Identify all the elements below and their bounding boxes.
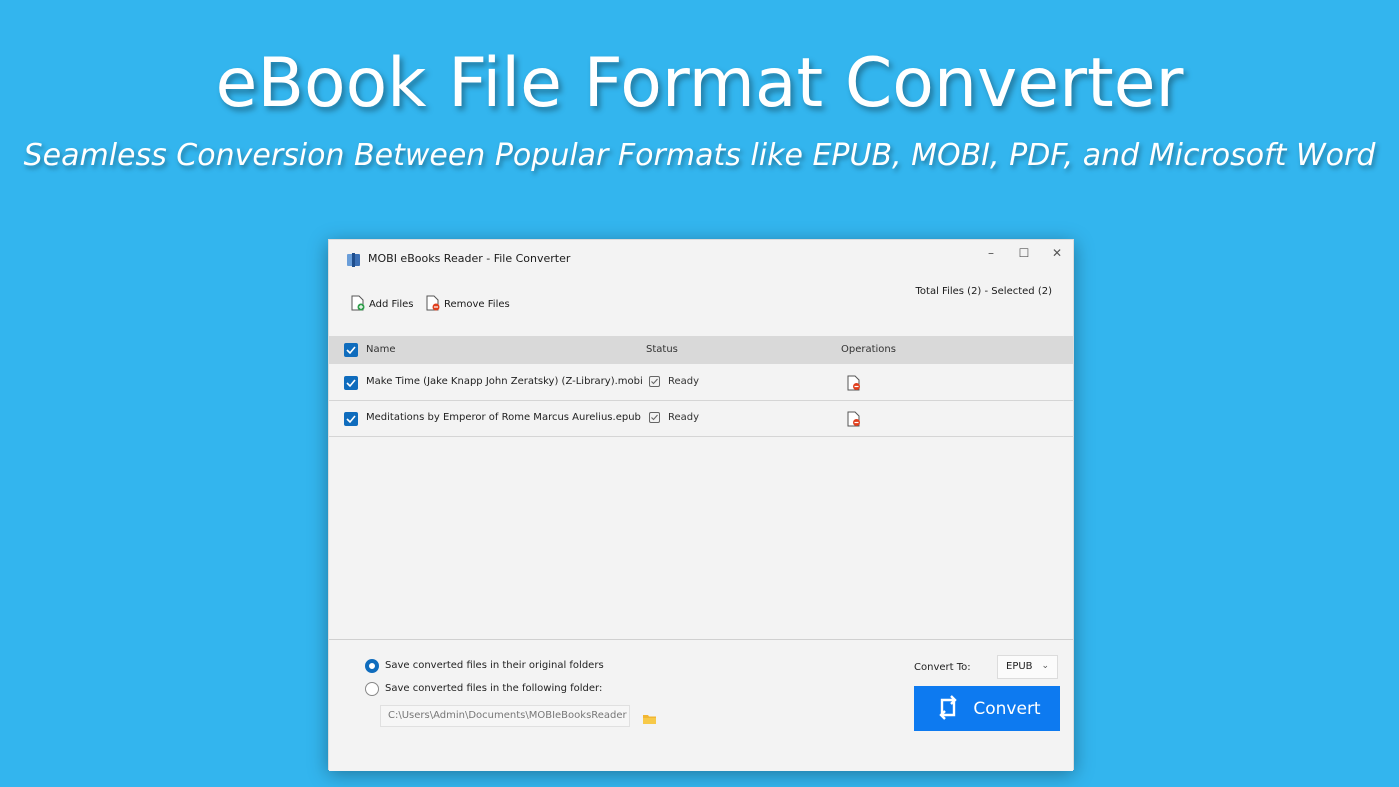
- file-count-summary: Total Files (2) - Selected (2): [915, 286, 1052, 297]
- save-folder-radio[interactable]: [365, 682, 379, 696]
- column-header-name[interactable]: Name: [366, 344, 396, 355]
- file-name: Make Time (Jake Knapp John Zeratsky) (Z-…: [366, 376, 643, 387]
- select-all-checkbox[interactable]: [344, 343, 358, 357]
- file-status: Ready: [649, 412, 699, 423]
- convert-icon: [933, 691, 963, 726]
- file-status-label: Ready: [668, 376, 700, 387]
- check-icon: [346, 415, 356, 424]
- row-checkbox[interactable]: [344, 376, 358, 390]
- add-file-icon: [351, 295, 365, 314]
- output-options-pane: Save converted files in their original f…: [329, 639, 1073, 771]
- converter-window: MOBI eBooks Reader - File Converter – ☐ …: [328, 239, 1074, 771]
- chevron-down-icon: ⌄: [1041, 661, 1049, 671]
- row-checkbox[interactable]: [344, 412, 358, 426]
- convert-to-label: Convert To:: [914, 662, 971, 673]
- title-bar[interactable]: MOBI eBooks Reader - File Converter – ☐ …: [329, 240, 1073, 280]
- check-icon: [346, 379, 356, 388]
- save-original-label[interactable]: Save converted files in their original f…: [385, 660, 604, 671]
- file-list-header: Name Status Operations: [329, 336, 1073, 364]
- file-row[interactable]: Meditations by Emperor of Rome Marcus Au…: [329, 401, 1073, 437]
- window-title: MOBI eBooks Reader - File Converter: [368, 252, 571, 265]
- save-original-radio[interactable]: [365, 659, 379, 673]
- convert-button[interactable]: Convert: [914, 686, 1060, 731]
- remove-file-icon[interactable]: [847, 411, 861, 427]
- column-header-status[interactable]: Status: [646, 344, 678, 355]
- maximize-button[interactable]: ☐: [1009, 242, 1039, 264]
- check-icon: [346, 346, 356, 355]
- add-files-label: Add Files: [369, 298, 414, 310]
- close-button[interactable]: ✕: [1042, 242, 1072, 264]
- folder-icon[interactable]: [643, 710, 657, 729]
- file-name: Meditations by Emperor of Rome Marcus Au…: [366, 412, 641, 423]
- file-row[interactable]: Make Time (Jake Knapp John Zeratsky) (Z-…: [329, 365, 1073, 401]
- save-folder-label[interactable]: Save converted files in the following fo…: [385, 683, 602, 694]
- status-check-icon: [649, 376, 660, 387]
- hero-subtitle: Seamless Conversion Between Popular Form…: [23, 138, 1376, 173]
- output-folder-input[interactable]: C:\Users\Admin\Documents\MOBIeBooksReade…: [380, 705, 630, 727]
- book-icon: [345, 251, 363, 269]
- remove-files-button[interactable]: Remove Files: [426, 295, 510, 313]
- add-files-button[interactable]: Add Files: [351, 295, 413, 313]
- file-status-label: Ready: [668, 412, 700, 423]
- status-check-icon: [649, 412, 660, 423]
- convert-label: Convert: [973, 698, 1041, 719]
- format-dropdown[interactable]: EPUB ⌄: [997, 655, 1058, 679]
- format-value: EPUB: [1006, 661, 1033, 672]
- remove-files-label: Remove Files: [444, 298, 510, 310]
- file-status: Ready: [649, 376, 699, 387]
- column-header-operations[interactable]: Operations: [841, 344, 896, 355]
- remove-file-icon: [426, 295, 440, 314]
- hero-title: eBook File Format Converter: [215, 44, 1184, 123]
- remove-file-icon[interactable]: [847, 375, 861, 391]
- minimize-button[interactable]: –: [976, 242, 1006, 264]
